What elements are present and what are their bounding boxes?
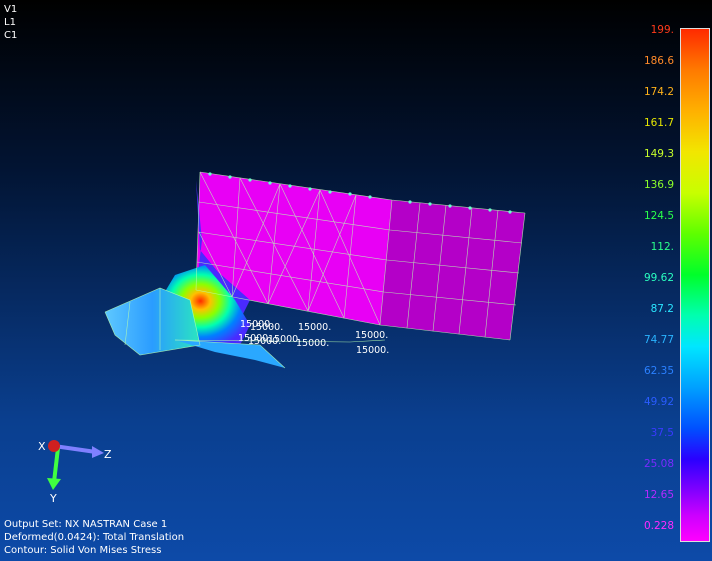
- load-label: 15000.: [250, 322, 283, 333]
- y-arrowhead-icon: [47, 478, 61, 490]
- load-label: 15000.: [296, 338, 329, 349]
- legend-value: 37.5: [650, 427, 674, 439]
- load-label: 15000.: [355, 330, 388, 341]
- contour-legend: 199. 186.6 174.2 161.7 149.3 136.9 124.5 112. 99…: [600, 24, 712, 544]
- legend-value: 87.2: [650, 303, 674, 315]
- legend-value: 74.77: [643, 334, 674, 346]
- legend-value: 149.3: [643, 148, 674, 160]
- legend-value: 199.: [650, 24, 674, 36]
- deformed-label: Deformed(0.0424): Total Translation: [4, 532, 185, 543]
- legend-value: 112.: [650, 241, 674, 253]
- legend-value: 0.228: [643, 520, 674, 532]
- legend-value: 124.5: [643, 210, 674, 222]
- contour-label: Contour: Solid Von Mises Stress: [4, 545, 162, 556]
- legend-value: 25.08: [643, 458, 674, 470]
- legend-value: 49.92: [643, 396, 674, 408]
- z-axis-label: Z: [104, 448, 112, 461]
- legend-value: 136.9: [643, 179, 674, 191]
- load-label: 15000.: [298, 322, 331, 333]
- load-label: 15000.: [356, 345, 389, 356]
- legend-color-bar: [680, 28, 710, 542]
- y-axis-arrow: [52, 447, 60, 483]
- output-set-label: Output Set: NX NASTRAN Case 1: [4, 519, 168, 530]
- axis-triad: X Z Y: [38, 440, 112, 505]
- output-info: Output Set: NX NASTRAN Case 1 Deformed(0…: [4, 518, 184, 557]
- legend-value: 161.7: [643, 117, 674, 129]
- legend-value: 62.35: [643, 365, 674, 377]
- stress-surface-right: [380, 200, 525, 340]
- z-axis-arrow: [53, 444, 97, 454]
- legend-value: 99.62: [643, 272, 674, 284]
- y-axis-label: Y: [49, 492, 57, 505]
- z-arrowhead-icon: [92, 446, 104, 458]
- x-axis-dot-icon: [48, 440, 60, 452]
- legend-value: 12.65: [643, 489, 674, 501]
- legend-value: 174.2: [643, 86, 674, 98]
- legend-value: 186.6: [643, 55, 674, 67]
- x-axis-label: X: [38, 440, 46, 453]
